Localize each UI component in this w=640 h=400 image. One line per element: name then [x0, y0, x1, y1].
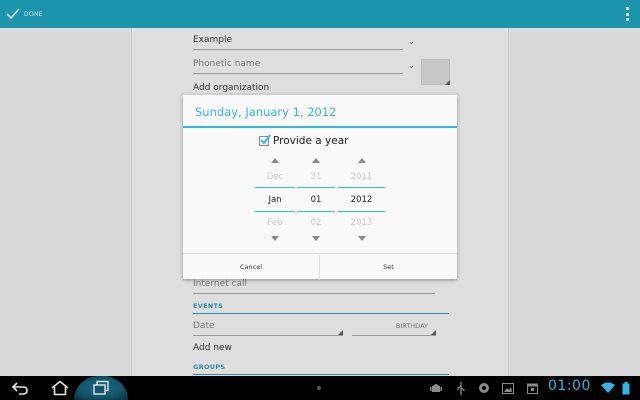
provide-year-label: Provide a year: [273, 135, 349, 147]
menu-dot-icon[interactable]: [317, 386, 321, 390]
selection-line: [338, 211, 385, 212]
day-current-value[interactable]: 01: [297, 195, 335, 205]
name-field[interactable]: Example: [193, 35, 403, 50]
home-icon[interactable]: [48, 378, 72, 398]
month-next-value[interactable]: Feb: [255, 218, 295, 228]
wifi-icon: [601, 381, 615, 395]
android-debug-icon: [429, 381, 443, 395]
selection-line: [255, 211, 295, 212]
system-bar: 01:00: [0, 376, 640, 400]
month-decrement-arrow-icon[interactable]: [271, 236, 279, 241]
selection-line: [297, 211, 335, 212]
chevron-down-icon[interactable]: ⌄: [408, 37, 415, 46]
phonetic-name-field[interactable]: Phonetic name: [193, 59, 403, 74]
month-picker[interactable]: Dec Jan Feb: [255, 155, 295, 245]
add-organization-link[interactable]: Add organization: [193, 83, 269, 93]
month-prev-value[interactable]: Dec: [255, 172, 295, 182]
recent-apps-icon[interactable]: [89, 378, 113, 398]
year-next-value[interactable]: 2013: [338, 218, 385, 228]
cancel-button[interactable]: Cancel: [183, 254, 320, 280]
date-field[interactable]: Date: [193, 321, 343, 336]
done-button[interactable]: DONE: [6, 5, 43, 23]
section-divider: [193, 374, 449, 375]
gallery-icon: [502, 381, 514, 395]
selection-line: [338, 187, 385, 188]
year-increment-arrow-icon[interactable]: [357, 158, 366, 163]
selection-line: [255, 187, 295, 188]
day-increment-arrow-icon[interactable]: [312, 158, 320, 163]
provide-year-checkbox[interactable]: [259, 134, 271, 146]
events-section-header: EVENTS: [193, 302, 224, 310]
action-bar: DONE: [0, 0, 640, 28]
year-picker[interactable]: 2011 2012 2013: [338, 155, 385, 245]
dropdown-corner-icon: [338, 330, 343, 335]
year-decrement-arrow-icon[interactable]: [357, 236, 366, 241]
done-label: DONE: [24, 10, 43, 18]
overflow-menu-icon[interactable]: [626, 7, 630, 21]
back-icon[interactable]: [8, 378, 32, 398]
selection-line: [297, 187, 335, 188]
chevron-down-icon[interactable]: ⌄: [408, 61, 415, 70]
event-type-field[interactable]: BIRTHDAY: [352, 321, 436, 336]
month-increment-arrow-icon[interactable]: [271, 158, 279, 163]
year-current-value[interactable]: 2012: [338, 195, 385, 205]
battery-icon: [621, 381, 631, 395]
month-current-value[interactable]: Jan: [255, 195, 295, 205]
usb-icon: [455, 381, 467, 395]
dropdown-corner-icon: [431, 330, 436, 335]
calendar-icon: [526, 381, 538, 395]
status-clock[interactable]: 01:00: [548, 378, 591, 394]
checkmark-icon: [6, 8, 20, 20]
set-button[interactable]: Set: [320, 254, 457, 280]
day-picker[interactable]: 31 01 02: [297, 155, 335, 245]
date-picker-dialog: Sunday, January 1, 2012 Provide a year D…: [183, 95, 457, 280]
day-decrement-arrow-icon[interactable]: [312, 236, 320, 241]
day-prev-value[interactable]: 31: [297, 172, 335, 182]
add-new-event-link[interactable]: Add new: [193, 343, 232, 353]
year-prev-value[interactable]: 2011: [338, 172, 385, 182]
day-next-value[interactable]: 02: [297, 218, 335, 228]
section-divider: [193, 313, 449, 314]
sync-icon: [478, 381, 490, 395]
internet-call-field[interactable]: Internet call: [193, 279, 435, 294]
dialog-title: Sunday, January 1, 2012: [195, 105, 337, 119]
dialog-title-divider: [183, 126, 457, 128]
dialog-button-bar: Cancel Set: [183, 253, 457, 280]
provide-year-toggle[interactable]: Provide a year: [259, 134, 348, 148]
dropdown-corner-icon: [445, 80, 450, 85]
groups-section-header: GROUPS: [193, 363, 226, 371]
